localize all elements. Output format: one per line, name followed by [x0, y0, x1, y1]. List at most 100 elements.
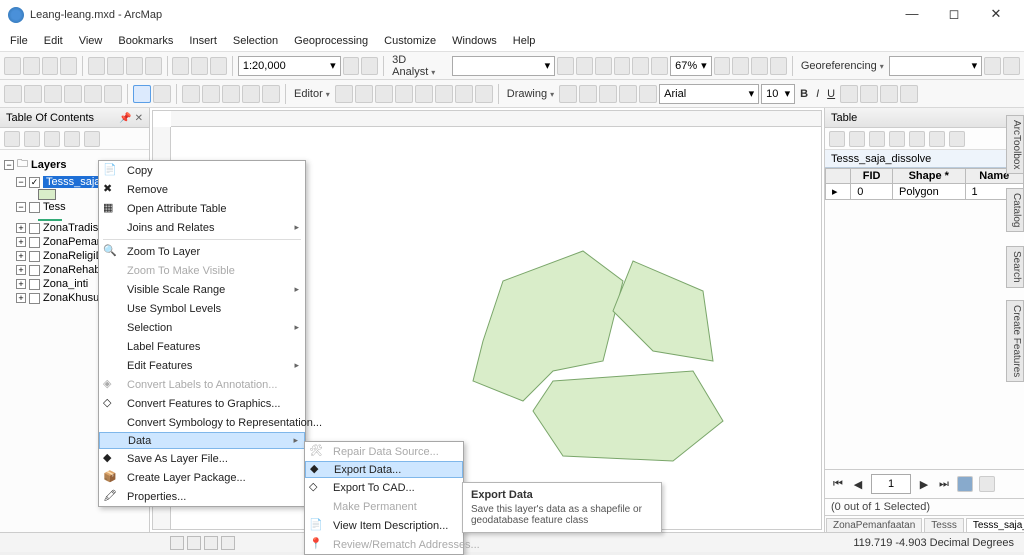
undo-icon[interactable] [172, 57, 189, 75]
table-options-icon[interactable] [829, 131, 845, 147]
layer-checkbox[interactable] [29, 293, 40, 304]
gr1-icon[interactable] [984, 57, 1001, 75]
layer-checkbox[interactable] [29, 223, 40, 234]
sidetab-catalog[interactable]: Catalog [1006, 188, 1024, 232]
expand-icon[interactable]: + [16, 293, 26, 303]
e3-icon[interactable] [375, 85, 393, 103]
subctx-export-cad[interactable]: ◇Export To CAD... [305, 478, 463, 497]
new-icon[interactable] [4, 57, 21, 75]
copy-icon[interactable] [107, 57, 124, 75]
layer-item[interactable]: ZonaTradisi [43, 222, 101, 234]
minimize-button[interactable]: — [892, 3, 932, 27]
layers-root[interactable]: Layers [31, 159, 66, 171]
last-record-button[interactable]: ⏭ [937, 478, 951, 491]
fill-color-icon[interactable] [860, 85, 878, 103]
cut-icon[interactable] [88, 57, 105, 75]
ctx-save-layer-file[interactable]: ◆Save As Layer File... [99, 449, 305, 468]
toc-pin-icon[interactable]: 📌 [119, 113, 131, 124]
show-selected-icon[interactable] [979, 476, 995, 492]
full-extent-icon[interactable] [64, 85, 82, 103]
e8-icon[interactable] [475, 85, 493, 103]
layer-item[interactable]: Tess [43, 201, 66, 213]
goto-icon[interactable] [242, 85, 260, 103]
col-header[interactable]: Shape * [892, 169, 965, 184]
clear-sel-icon[interactable] [202, 85, 220, 103]
layer-item[interactable]: Zona_inti [43, 278, 88, 290]
ctx-joins[interactable]: Joins and Relates [99, 218, 305, 237]
menu-view[interactable]: View [73, 33, 109, 49]
georef-layer-combo[interactable]: ▾ [889, 56, 982, 76]
pan-icon[interactable] [44, 85, 62, 103]
subctx-view-desc[interactable]: 📄View Item Description... [305, 516, 463, 535]
menu-customize[interactable]: Customize [378, 33, 442, 49]
save-icon[interactable] [42, 57, 59, 75]
ctx-zoom-layer[interactable]: 🔍Zoom To Layer [99, 242, 305, 261]
layer-item[interactable]: ZonaReligiD [43, 250, 104, 262]
delete-sel-icon[interactable] [949, 131, 965, 147]
select-arrow-icon[interactable] [133, 85, 151, 103]
expand-icon[interactable]: + [16, 279, 26, 289]
customize-icon[interactable] [361, 57, 378, 75]
e1-icon[interactable] [335, 85, 353, 103]
a6-icon[interactable] [651, 57, 668, 75]
rotate-icon[interactable] [579, 85, 597, 103]
menu-geoprocessing[interactable]: Geoprocessing [288, 33, 374, 49]
switch-sel-icon[interactable] [889, 131, 905, 147]
record-number[interactable]: 1 [871, 474, 911, 494]
pause-button[interactable] [221, 536, 235, 550]
arctoolbox-icon[interactable] [714, 57, 731, 75]
layer-checkbox[interactable] [29, 237, 40, 248]
editor-dropdown[interactable]: Editor [291, 88, 333, 100]
table-tab[interactable]: Tesss_saja_dissolve [966, 518, 1024, 532]
e7-icon[interactable] [455, 85, 473, 103]
table-row[interactable]: ▸0Polygon1 [826, 184, 1024, 200]
prev-record-button[interactable]: ◀ [851, 478, 865, 491]
find-icon[interactable] [222, 85, 240, 103]
a2-icon[interactable] [576, 57, 593, 75]
a5-icon[interactable] [632, 57, 649, 75]
layer-checkbox[interactable] [29, 202, 40, 213]
menu-insert[interactable]: Insert [183, 33, 223, 49]
bold-button[interactable]: B [797, 88, 811, 100]
ctx-label-features[interactable]: Label Features [99, 337, 305, 356]
analyst-layer-combo[interactable]: ▾ [452, 56, 555, 76]
line-color-icon[interactable] [880, 85, 898, 103]
table-tab[interactable]: ZonaPemanfaatan [826, 518, 922, 532]
close-button[interactable]: ✕ [976, 3, 1016, 27]
e5-icon[interactable] [415, 85, 433, 103]
editor-toolbar-icon[interactable] [343, 57, 360, 75]
ctx-symbol-levels[interactable]: Use Symbol Levels [99, 299, 305, 318]
gr2-icon[interactable] [1003, 57, 1020, 75]
measure-icon[interactable] [262, 85, 280, 103]
ctx-remove[interactable]: ✖Remove [99, 180, 305, 199]
layer-checkbox[interactable] [29, 279, 40, 290]
layer-item[interactable]: ZonaPeman [43, 236, 103, 248]
catalog-icon[interactable] [732, 57, 749, 75]
attribute-table[interactable]: FIDShape *Name ▸0Polygon1 [825, 168, 1024, 200]
ctx-symb-to-repr[interactable]: Convert Symbology to Representation... [99, 413, 305, 432]
collapse-icon[interactable]: − [16, 202, 26, 212]
modelbuilder-icon[interactable] [751, 57, 768, 75]
table-tab[interactable]: Tesss [924, 518, 964, 532]
ctx-scale-range[interactable]: Visible Scale Range [99, 280, 305, 299]
expand-icon[interactable]: + [16, 223, 26, 233]
scale-combo[interactable]: 1:20,000▾ [238, 56, 341, 76]
list-by-source-icon[interactable] [24, 131, 40, 147]
paste-icon[interactable] [126, 57, 143, 75]
print-icon[interactable] [60, 57, 77, 75]
collapse-icon[interactable]: − [4, 160, 14, 170]
refresh-button[interactable] [204, 536, 218, 550]
ctx-layer-package[interactable]: 📦Create Layer Package... [99, 468, 305, 487]
underline-button[interactable]: U [824, 88, 838, 100]
select-feature-icon[interactable] [182, 85, 200, 103]
identify-icon[interactable] [153, 85, 171, 103]
a1-icon[interactable] [557, 57, 574, 75]
menu-file[interactable]: File [4, 33, 34, 49]
toc-close-icon[interactable]: ✕ [135, 113, 143, 124]
zoom-sel-icon[interactable] [929, 131, 945, 147]
e2-icon[interactable] [355, 85, 373, 103]
georef-dropdown[interactable]: Georeferencing [798, 60, 887, 72]
drawing-dropdown[interactable]: Drawing [504, 88, 557, 100]
fontsize-combo[interactable]: 10▾ [761, 84, 795, 104]
col-header[interactable]: FID [851, 169, 893, 184]
